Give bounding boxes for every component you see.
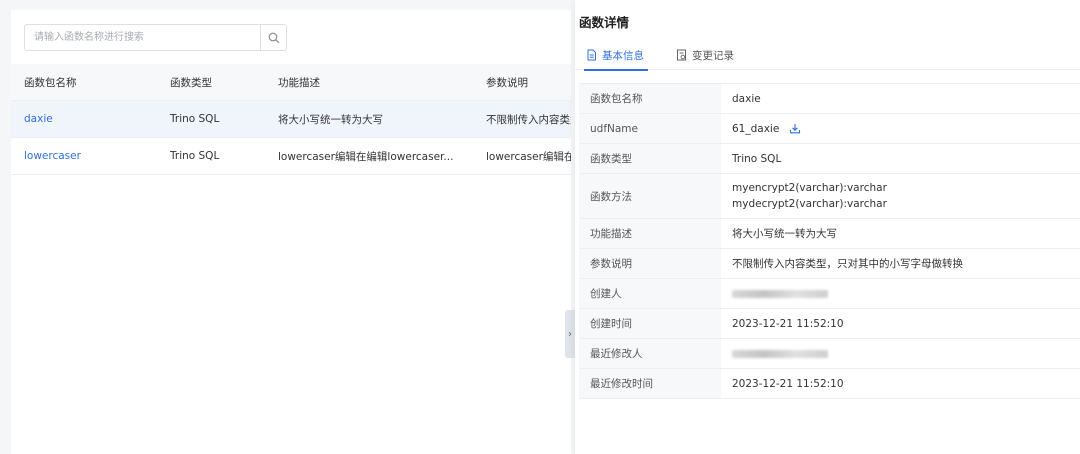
- search-icon: [268, 32, 279, 43]
- header-type: 函数类型: [170, 76, 212, 89]
- info-row-methods: 函数方法 myencrypt2(varchar):varchar mydecry…: [579, 174, 1080, 219]
- info-key: 函数方法: [579, 174, 721, 218]
- info-key: 函数包名称: [579, 84, 721, 113]
- tab-basic-info[interactable]: 基本信息: [584, 40, 648, 71]
- info-key: 功能描述: [579, 219, 721, 248]
- info-row-modified-time: 最近修改时间 2023-12-21 11:52:10: [579, 369, 1080, 399]
- table-row[interactable]: lowercaser Trino SQL lowercaser编辑在编辑lowe…: [11, 138, 571, 175]
- info-value-text: 2023-12-21 11:52:10: [732, 317, 844, 330]
- info-key: 创建人: [579, 279, 721, 308]
- info-key: 函数类型: [579, 144, 721, 173]
- info-value: 2023-12-21 11:52:10: [721, 309, 1080, 338]
- info-value: [721, 339, 1080, 368]
- function-desc: lowercaser编辑在编辑lowercaser...: [278, 150, 454, 163]
- detail-info-table: 函数包名称 daxie udfName 61_daxie 函数类型 Trino …: [579, 83, 1080, 399]
- info-value: myencrypt2(varchar):varchar mydecrypt2(v…: [721, 174, 1080, 218]
- info-value: 61_daxie: [721, 114, 1080, 143]
- detail-tabs: 基本信息 变更记录: [575, 40, 1080, 71]
- function-params: lowercaser编辑在: [486, 150, 571, 163]
- header-name: 函数包名称: [24, 76, 77, 89]
- info-value-text: 2023-12-21 11:52:10: [732, 377, 844, 390]
- collapse-panel-handle[interactable]: ›: [565, 310, 575, 358]
- info-row-created-time: 创建时间 2023-12-21 11:52:10: [579, 309, 1080, 339]
- info-key: 创建时间: [579, 309, 721, 338]
- info-value: 将大小写统一转为大写: [721, 219, 1080, 248]
- search-button[interactable]: [260, 25, 286, 50]
- tab-change-log-label: 变更记录: [692, 49, 734, 62]
- function-name-link[interactable]: daxie: [24, 113, 154, 125]
- function-type: Trino SQL: [170, 113, 220, 125]
- info-key: 最近修改人: [579, 339, 721, 368]
- function-list-panel: 函数包名称 函数类型 功能描述 参数说明 daxie Trino SQL 将大小…: [11, 10, 571, 454]
- redacted-creator: [732, 289, 828, 298]
- info-value-text: daxie: [732, 92, 761, 105]
- function-table: 函数包名称 函数类型 功能描述 参数说明 daxie Trino SQL 将大小…: [11, 64, 571, 175]
- table-row[interactable]: daxie Trino SQL 将大小写统一转为大写 不限制传入内容类型: [11, 101, 571, 138]
- search-box: [24, 24, 287, 51]
- history-doc-icon: [677, 49, 686, 61]
- chevron-right-icon: ›: [568, 328, 572, 340]
- method-line: mydecrypt2(varchar):varchar: [732, 198, 887, 210]
- info-value: 不限制传入内容类型，只对其中的小写字母做转换: [721, 249, 1080, 278]
- download-icon[interactable]: [789, 123, 801, 134]
- info-key: 最近修改时间: [579, 369, 721, 398]
- info-key: udfName: [579, 114, 721, 143]
- info-value: daxie: [721, 84, 1080, 113]
- tab-change-log[interactable]: 变更记录: [676, 40, 734, 70]
- function-type: Trino SQL: [170, 150, 220, 162]
- function-desc: 将大小写统一转为大写: [278, 113, 383, 126]
- info-value: Trino SQL: [721, 144, 1080, 173]
- table-header: 函数包名称 函数类型 功能描述 参数说明: [11, 64, 571, 101]
- info-row-modifier: 最近修改人: [579, 339, 1080, 369]
- info-value-text: 不限制传入内容类型，只对其中的小写字母做转换: [732, 258, 963, 270]
- info-value-text: 61_daxie: [732, 122, 780, 135]
- info-value: 2023-12-21 11:52:10: [721, 369, 1080, 398]
- function-params: 不限制传入内容类型: [486, 113, 571, 126]
- header-desc: 功能描述: [278, 76, 320, 89]
- info-value-text: Trino SQL: [732, 152, 782, 165]
- tab-basic-info-label: 基本信息: [602, 49, 644, 62]
- detail-title: 函数详情: [579, 15, 630, 30]
- info-row-desc: 功能描述 将大小写统一转为大写: [579, 219, 1080, 249]
- document-icon: [587, 49, 596, 61]
- info-row-udfname: udfName 61_daxie: [579, 114, 1080, 144]
- search-input[interactable]: [25, 25, 261, 50]
- method-line: myencrypt2(varchar):varchar: [732, 182, 887, 194]
- info-row-type: 函数类型 Trino SQL: [579, 144, 1080, 174]
- function-name-link[interactable]: lowercaser: [24, 150, 154, 162]
- function-detail-panel: 函数详情 基本信息 变更记录 函数包名称 daxie udfName 61_da…: [575, 0, 1080, 454]
- redacted-modifier: [732, 349, 828, 358]
- info-row-creator: 创建人: [579, 279, 1080, 309]
- info-value-text: 将大小写统一转为大写: [732, 228, 837, 240]
- info-row-name: 函数包名称 daxie: [579, 84, 1080, 114]
- info-key: 参数说明: [579, 249, 721, 278]
- info-row-params: 参数说明 不限制传入内容类型，只对其中的小写字母做转换: [579, 249, 1080, 279]
- header-params: 参数说明: [486, 76, 528, 89]
- info-value: [721, 279, 1080, 308]
